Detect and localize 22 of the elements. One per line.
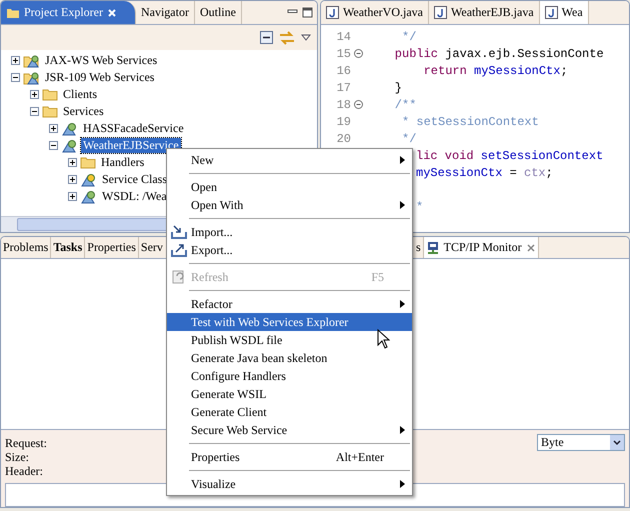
code-line: lic void setSessionContext [416, 148, 604, 162]
field-label: Request: [5, 436, 47, 450]
field-label: Header: [5, 464, 44, 478]
line-number: 20 [336, 132, 351, 146]
code-line: /** [394, 98, 416, 112]
line-number: 19 [336, 114, 351, 128]
code-line: * setSessionContext [401, 114, 539, 128]
line-number: 16 [336, 64, 351, 78]
code-line: return mySessionCtx; [422, 64, 568, 78]
code-line: * [416, 200, 424, 214]
field-label: Size: [5, 450, 30, 464]
code-line: */ [401, 132, 416, 146]
code-line: } [394, 80, 402, 94]
code-line: */ [401, 30, 416, 44]
code-line: mySessionCtx = ctx; [416, 166, 553, 180]
code-line: public javax.ejb.SessionConte [394, 46, 604, 60]
line-number: 15 [336, 46, 351, 60]
line-number: 14 [336, 30, 351, 44]
line-number: 18 [336, 98, 351, 112]
shortcut-text: Alt+Enter [336, 450, 384, 464]
line-number: 17 [336, 80, 351, 94]
shortcut-text: F5 [371, 270, 384, 284]
